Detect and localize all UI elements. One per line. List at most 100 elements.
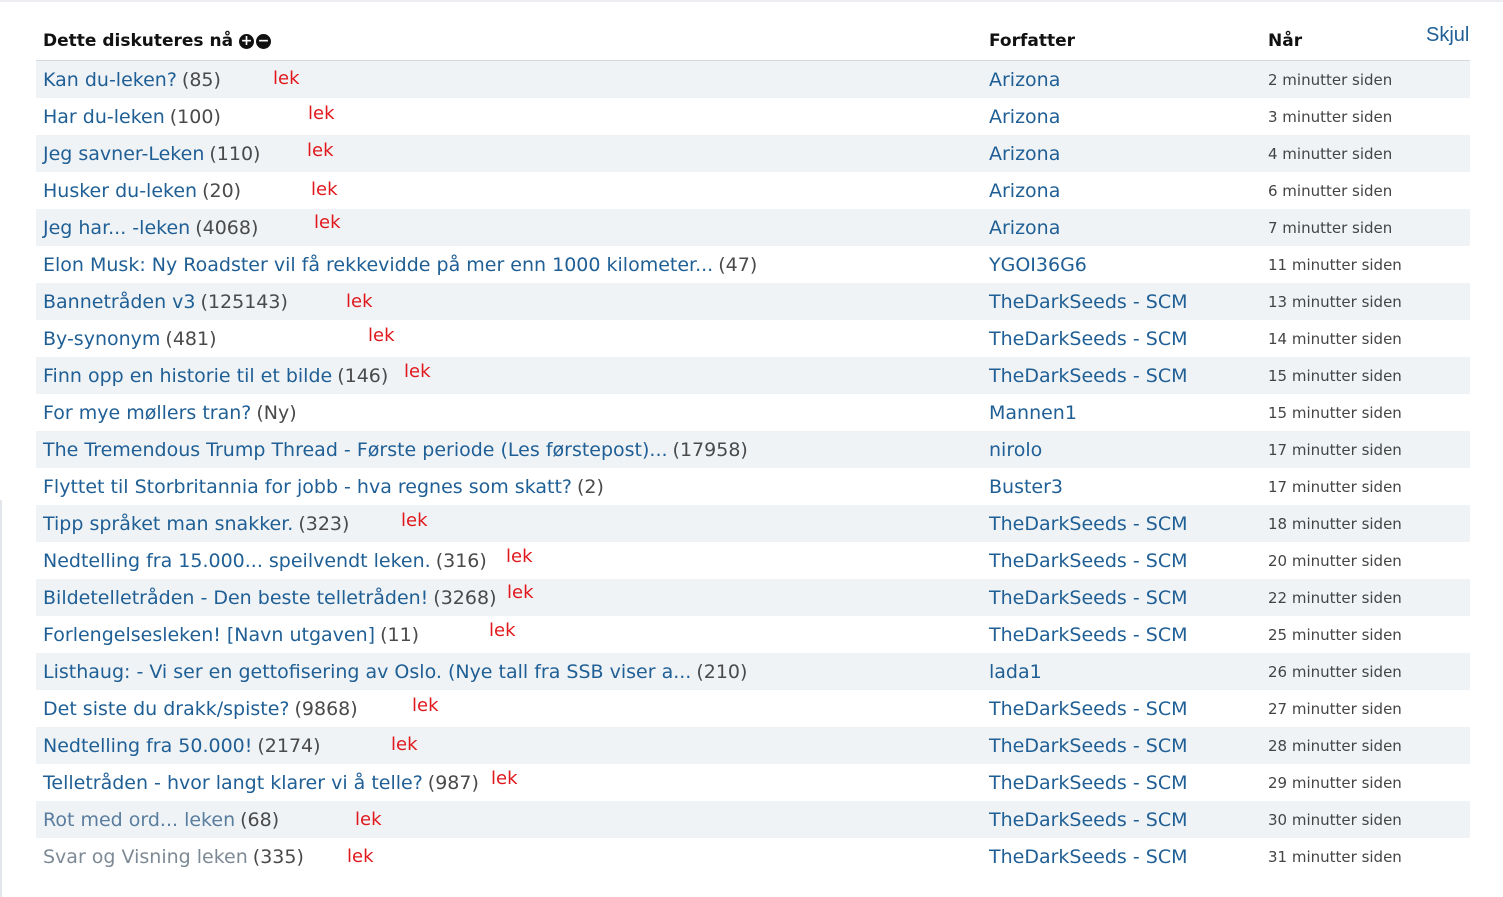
time-cell: 17 minutter siden — [1268, 477, 1402, 496]
time-cell: 2 minutter siden — [1268, 70, 1393, 89]
time-cell: 26 minutter siden — [1268, 662, 1402, 681]
topic-link[interactable]: Nedtelling fra 15.000... speilvendt leke… — [43, 550, 431, 572]
topic-link[interactable]: Rot med ord... leken — [43, 809, 235, 831]
collapse-icon[interactable]: − — [256, 33, 272, 49]
topic-link[interactable]: Elon Musk: Ny Roadster vil få rekkevidde… — [43, 254, 713, 276]
topic-link[interactable]: Bannetråden v3 — [43, 291, 196, 313]
topic-link[interactable]: Husker du-leken — [43, 180, 197, 202]
author-link[interactable]: nirolo — [989, 439, 1042, 461]
author-link[interactable]: Mannen1 — [989, 402, 1077, 424]
topic-link[interactable]: Jeg har... -leken — [43, 217, 190, 239]
author-cell: TheDarkSeeds - SCM — [989, 838, 1187, 875]
table-row: Jeg savner-Leken (110) lek Arizona 4 minutte… — [36, 135, 1470, 172]
topic-link[interactable]: Jeg savner-Leken — [43, 143, 204, 165]
lek-tag: lek — [273, 68, 300, 89]
lek-tag: lek — [355, 809, 382, 830]
time-cell: 30 minutter siden — [1268, 810, 1402, 829]
lek-tag: lek — [412, 695, 439, 716]
author-cell: TheDarkSeeds - SCM — [989, 505, 1187, 542]
author-link[interactable]: Arizona — [989, 143, 1060, 165]
author-cell: TheDarkSeeds - SCM — [989, 801, 1187, 838]
topic-cell: Telletråden - hvor langt klarer vi å tel… — [43, 764, 479, 801]
reply-count: (3268) — [433, 586, 497, 609]
lek-tag: lek — [307, 140, 334, 161]
time-cell: 6 minutter siden — [1268, 181, 1393, 200]
lek-tag: lek — [506, 546, 533, 567]
topic-cell: The Tremendous Trump Thread - Første per… — [43, 431, 748, 468]
topic-header-label: Dette diskuteres nå — [43, 31, 234, 51]
author-link[interactable]: TheDarkSeeds - SCM — [989, 550, 1187, 572]
table-row: Nedtelling fra 15.000... speilvendt leke… — [36, 542, 1470, 579]
table-row: Bannetråden v3 (125143) lek TheDarkSeeds - … — [36, 283, 1470, 320]
topic-cell: Husker du-leken (20) — [43, 172, 241, 209]
topic-link[interactable]: Tipp språket man snakker. — [43, 513, 293, 535]
time-cell: 20 minutter siden — [1268, 551, 1402, 570]
author-link[interactable]: lada1 — [989, 661, 1042, 683]
table-row: Har du-leken (100) lek Arizona 3 minutter si… — [36, 98, 1470, 135]
topic-link[interactable]: Har du-leken — [43, 106, 165, 128]
reply-count: (2174) — [257, 734, 321, 757]
topic-link[interactable]: Det siste du drakk/spiste? — [43, 698, 290, 720]
author-link[interactable]: YGOI36G6 — [989, 254, 1087, 276]
author-cell: YGOI36G6 — [989, 246, 1087, 283]
top-border — [0, 0, 1503, 2]
author-link[interactable]: Arizona — [989, 69, 1060, 91]
author-link[interactable]: TheDarkSeeds - SCM — [989, 809, 1187, 831]
topic-cell: Listhaug: - Vi ser en gettofisering av O… — [43, 653, 747, 690]
author-cell: TheDarkSeeds - SCM — [989, 690, 1187, 727]
author-link[interactable]: Arizona — [989, 217, 1060, 239]
author-cell: Mannen1 — [989, 394, 1077, 431]
topic-cell: Elon Musk: Ny Roadster vil få rekkevidde… — [43, 246, 757, 283]
author-cell: TheDarkSeeds - SCM — [989, 727, 1187, 764]
reply-count: (Ny) — [256, 401, 297, 424]
author-link[interactable]: Buster3 — [989, 476, 1063, 498]
expand-icon[interactable]: + — [239, 33, 255, 49]
topic-link[interactable]: By-synonym — [43, 328, 160, 350]
author-cell: TheDarkSeeds - SCM — [989, 320, 1187, 357]
table-row: Kan du-leken? (85) lek Arizona 2 minutter si… — [36, 61, 1470, 98]
author-link[interactable]: TheDarkSeeds - SCM — [989, 328, 1187, 350]
topic-link[interactable]: Nedtelling fra 50.000! — [43, 735, 252, 757]
topic-cell: Jeg har... -leken (4068) — [43, 209, 258, 246]
topic-link[interactable]: Telletråden - hvor langt klarer vi å tel… — [43, 772, 423, 794]
author-cell: TheDarkSeeds - SCM — [989, 357, 1187, 394]
time-cell: 28 minutter siden — [1268, 736, 1402, 755]
author-link[interactable]: TheDarkSeeds - SCM — [989, 365, 1187, 387]
author-cell: nirolo — [989, 431, 1042, 468]
topic-link[interactable]: Kan du-leken? — [43, 69, 177, 91]
topic-cell: Rot med ord... leken (68) — [43, 801, 279, 838]
topic-link[interactable]: Forlengelsesleken! [Navn utgaven] — [43, 624, 375, 646]
reply-count: (987) — [427, 771, 479, 794]
topic-cell: Tipp språket man snakker. (323) — [43, 505, 349, 542]
author-link[interactable]: TheDarkSeeds - SCM — [989, 772, 1187, 794]
author-link[interactable]: TheDarkSeeds - SCM — [989, 513, 1187, 535]
lek-tag: lek — [311, 179, 338, 200]
lek-tag: lek — [401, 510, 428, 531]
table-row: Jeg har... -leken (4068) lek Arizona 7 minut… — [36, 209, 1470, 246]
topic-cell: Det siste du drakk/spiste? (9868) — [43, 690, 358, 727]
author-link[interactable]: Arizona — [989, 106, 1060, 128]
topic-cell: Bannetråden v3 (125143) — [43, 283, 288, 320]
author-link[interactable]: TheDarkSeeds - SCM — [989, 624, 1187, 646]
author-link[interactable]: TheDarkSeeds - SCM — [989, 735, 1187, 757]
topic-link[interactable]: Finn opp en historie til et bilde — [43, 365, 332, 387]
time-cell: 4 minutter siden — [1268, 144, 1393, 163]
topic-link[interactable]: For mye møllers tran? — [43, 402, 251, 424]
author-link[interactable]: TheDarkSeeds - SCM — [989, 587, 1187, 609]
author-link[interactable]: Arizona — [989, 180, 1060, 202]
author-link[interactable]: TheDarkSeeds - SCM — [989, 291, 1187, 313]
topic-link[interactable]: Svar og Visning leken — [43, 846, 248, 868]
topic-link[interactable]: The Tremendous Trump Thread - Første per… — [43, 439, 668, 461]
author-link[interactable]: TheDarkSeeds - SCM — [989, 846, 1187, 868]
topic-link[interactable]: Bildetelletråden - Den beste telletråden… — [43, 587, 428, 609]
author-cell: lada1 — [989, 653, 1042, 690]
table-row: The Tremendous Trump Thread - Første per… — [36, 431, 1470, 468]
author-link[interactable]: TheDarkSeeds - SCM — [989, 698, 1187, 720]
time-cell: 14 minutter siden — [1268, 329, 1402, 348]
topic-link[interactable]: Listhaug: - Vi ser en gettofisering av O… — [43, 661, 691, 683]
table-row: For mye møllers tran? (Ny) Mannen1 15 minut… — [36, 394, 1470, 431]
time-cell: 17 minutter siden — [1268, 440, 1402, 459]
topic-link[interactable]: Flyttet til Storbritannia for jobb - hva… — [43, 476, 572, 498]
author-cell: Arizona — [989, 135, 1060, 172]
time-cell: 25 minutter siden — [1268, 625, 1402, 644]
